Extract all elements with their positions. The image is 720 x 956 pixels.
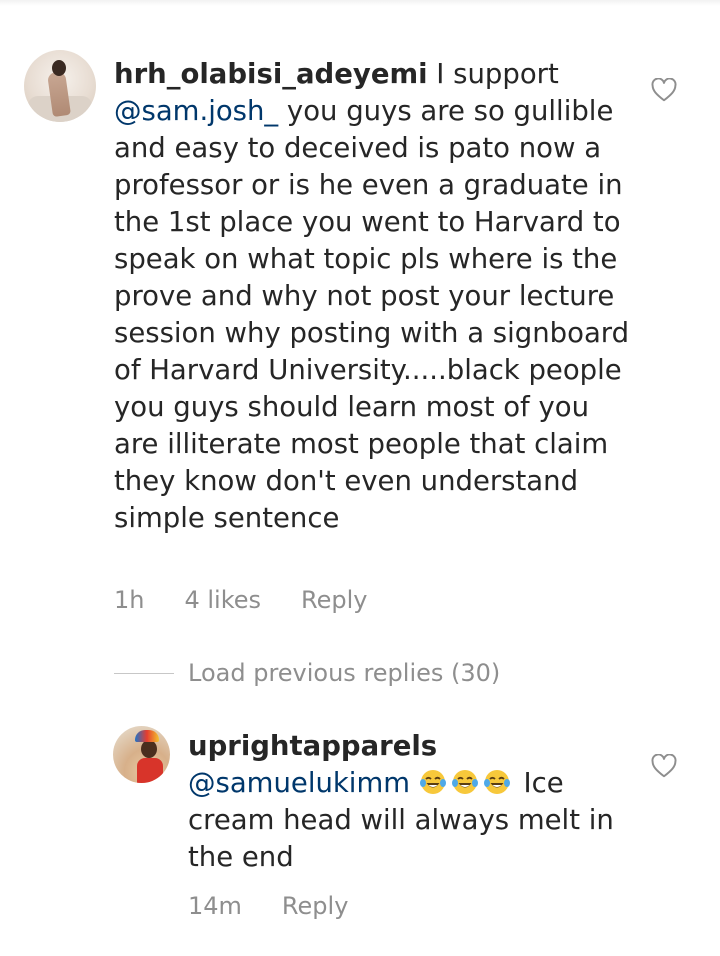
comment-text-part: you guys are so gullible and easy to dec… [114,95,630,534]
mention-link[interactable]: @samuelukimm [188,767,410,799]
comment-text-part: I support [427,58,559,90]
comment-timestamp: 1h [114,586,145,614]
reply-button[interactable]: Reply [301,586,367,614]
reply-username[interactable]: uprightapparels [188,730,437,762]
avatar[interactable] [113,726,170,783]
face-with-tears-of-joy-icon [483,770,510,794]
heart-outline-icon[interactable] [651,78,677,102]
avatar-photo-hat [135,730,159,742]
face-with-tears-of-joy-icon [451,770,478,794]
top-edge [0,0,720,6]
face-with-tears-of-joy-icon [419,770,446,794]
avatar-photo-face [141,740,157,758]
avatar-photo-head [52,60,66,76]
mention-link[interactable]: @sam.josh_ [114,95,278,127]
comment-likes-count[interactable]: 4 likes [184,586,261,614]
divider-line [114,672,174,674]
heart-outline-icon[interactable] [651,754,677,778]
load-previous-replies-label: Load previous replies (30) [188,659,501,687]
reply-text: uprightapparels @samuelukimm Ice cream h… [188,728,628,876]
reply-button[interactable]: Reply [282,892,348,920]
reply-timestamp: 14m [188,892,242,920]
comment-meta: 1h 4 likes Reply [114,586,408,614]
reply-meta: 14m Reply [188,892,388,920]
comment-username[interactable]: hrh_olabisi_adeyemi [114,58,428,90]
avatar-photo-shirt [137,758,163,783]
avatar[interactable] [24,50,96,122]
load-previous-replies-button[interactable]: Load previous replies (30) [114,655,500,691]
comment-text: hrh_olabisi_adeyemi I support @sam.josh_… [114,56,634,537]
